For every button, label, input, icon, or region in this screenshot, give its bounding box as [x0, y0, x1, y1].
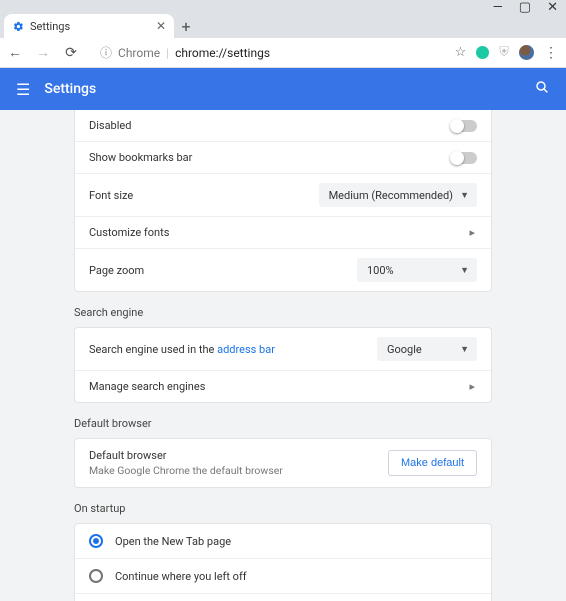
startup-option-newtab[interactable]: Open the New Tab page [75, 524, 491, 558]
extension-icon[interactable] [476, 46, 489, 59]
default-browser-subtitle: Make Google Chrome the default browser [89, 464, 283, 477]
caret-down-icon: ▼ [460, 190, 469, 201]
settings-header: ☰ Settings [0, 68, 566, 110]
on-startup-card: Open the New Tab page Continue where you… [74, 523, 492, 601]
profile-avatar[interactable] [519, 45, 534, 60]
chevron-right-icon: ▸ [469, 226, 477, 239]
chrome-menu-icon[interactable]: ⋮ [544, 45, 558, 61]
default-browser-card: Default browser Make Google Chrome the d… [74, 438, 492, 488]
search-icon[interactable] [534, 79, 550, 99]
window-maximize-icon[interactable]: ▢ [519, 0, 531, 15]
site-info-icon[interactable]: ⓘ [100, 44, 112, 61]
radio-newtab[interactable] [89, 534, 103, 548]
search-engine-value: Google [387, 343, 422, 356]
fontsize-select[interactable]: Medium (Recommended) ▼ [319, 183, 477, 207]
row-customize-fonts[interactable]: Customize fonts ▸ [75, 216, 491, 248]
tab-close-icon[interactable]: ✕ [156, 19, 166, 33]
omnibox[interactable]: ⓘ Chrome | chrome://settings [90, 42, 445, 64]
shield-icon[interactable]: ⛨ [499, 45, 509, 60]
startup-option-continue[interactable]: Continue where you left off [75, 558, 491, 593]
address-bar-link[interactable]: address bar [217, 343, 275, 356]
forward-button: → [34, 44, 52, 61]
tab-title: Settings [30, 20, 150, 33]
omnibox-url: chrome://settings [175, 46, 270, 60]
window-controls: — ▢ ✕ [0, 0, 566, 12]
bookmarks-label: Show bookmarks bar [89, 151, 192, 164]
settings-content: Disabled Show bookmarks bar Font size Me… [0, 110, 566, 601]
make-default-button[interactable]: Make default [388, 450, 477, 476]
default-browser-title: Default browser [89, 449, 283, 462]
browser-tab-settings[interactable]: Settings ✕ [4, 14, 174, 38]
caret-down-icon: ▼ [460, 265, 469, 276]
disabled-toggle[interactable] [451, 120, 477, 132]
section-on-startup: On startup [74, 502, 492, 515]
search-engine-card: Search engine used in the address bar Go… [74, 327, 492, 403]
appearance-card: Disabled Show bookmarks bar Font size Me… [74, 110, 492, 292]
row-disabled[interactable]: Disabled [75, 110, 491, 141]
row-search-engine: Search engine used in the address bar Go… [75, 328, 491, 370]
search-engine-select[interactable]: Google ▼ [377, 337, 477, 361]
row-bookmarks-bar[interactable]: Show bookmarks bar [75, 141, 491, 173]
new-tab-button[interactable]: + [174, 14, 198, 38]
chevron-right-icon: ▸ [469, 380, 477, 393]
pagezoom-value: 100% [367, 264, 394, 277]
bookmarks-toggle[interactable] [451, 152, 477, 164]
page-title: Settings [44, 81, 534, 97]
section-default-browser: Default browser [74, 417, 492, 430]
radio-continue[interactable] [89, 569, 103, 583]
gear-icon [12, 20, 24, 32]
row-page-zoom: Page zoom 100% ▼ [75, 248, 491, 291]
window-close-icon[interactable]: ✕ [547, 0, 558, 15]
address-bar: ← → ⟳ ⓘ Chrome | chrome://settings ☆ ⛨ ⋮ [0, 38, 566, 68]
bookmark-star-icon[interactable]: ☆ [455, 45, 467, 60]
disabled-label: Disabled [89, 119, 131, 132]
customize-fonts-label: Customize fonts [89, 226, 169, 239]
caret-down-icon: ▼ [460, 344, 469, 355]
pagezoom-label: Page zoom [89, 264, 144, 277]
search-engine-label: Search engine used in the address bar [89, 343, 275, 356]
back-button[interactable]: ← [6, 44, 24, 61]
menu-icon[interactable]: ☰ [16, 80, 30, 99]
row-font-size: Font size Medium (Recommended) ▼ [75, 173, 491, 216]
row-manage-search-engines[interactable]: Manage search engines ▸ [75, 370, 491, 402]
tab-strip: Settings ✕ + [0, 12, 566, 38]
fontsize-label: Font size [89, 189, 133, 202]
section-search-engine: Search engine [74, 306, 492, 319]
fontsize-value: Medium (Recommended) [329, 189, 453, 202]
pagezoom-select[interactable]: 100% ▼ [357, 258, 477, 282]
manage-search-label: Manage search engines [89, 380, 205, 393]
window-minimize-icon[interactable]: — [493, 0, 503, 15]
omnibox-prefix: Chrome [118, 46, 160, 60]
default-browser-text: Default browser Make Google Chrome the d… [89, 449, 283, 477]
reload-button[interactable]: ⟳ [62, 45, 80, 61]
startup-option-specific[interactable]: Open a specific page or set of pages [75, 593, 491, 601]
